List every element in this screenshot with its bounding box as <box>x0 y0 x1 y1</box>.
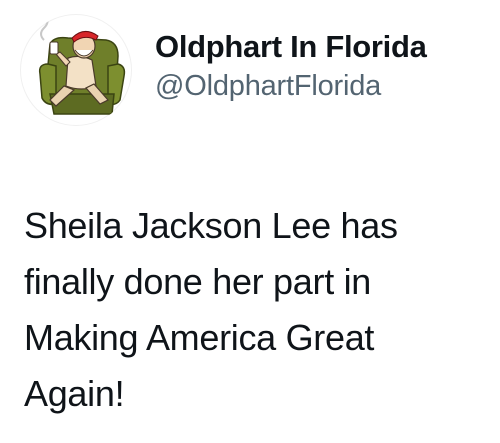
tweet-text-line: Making America Great <box>24 317 375 358</box>
tweet-text-line: Sheila Jackson Lee has <box>24 205 398 246</box>
tweet-text-line: finally done her part in <box>24 261 372 302</box>
author-handle[interactable]: @OldphartFlorida <box>155 68 495 104</box>
tweet-text: Sheila Jackson Lee has finally done her … <box>24 198 490 422</box>
author-info: Oldphart In Florida @OldphartFlorida <box>155 28 495 104</box>
tweet-card: Oldphart In Florida @OldphartFlorida She… <box>0 0 500 443</box>
cartoon-old-man-in-armchair-icon <box>38 15 126 115</box>
tweet-text-line: Again! <box>24 373 125 414</box>
author-display-name[interactable]: Oldphart In Florida <box>155 28 495 66</box>
author-avatar[interactable] <box>20 14 132 126</box>
